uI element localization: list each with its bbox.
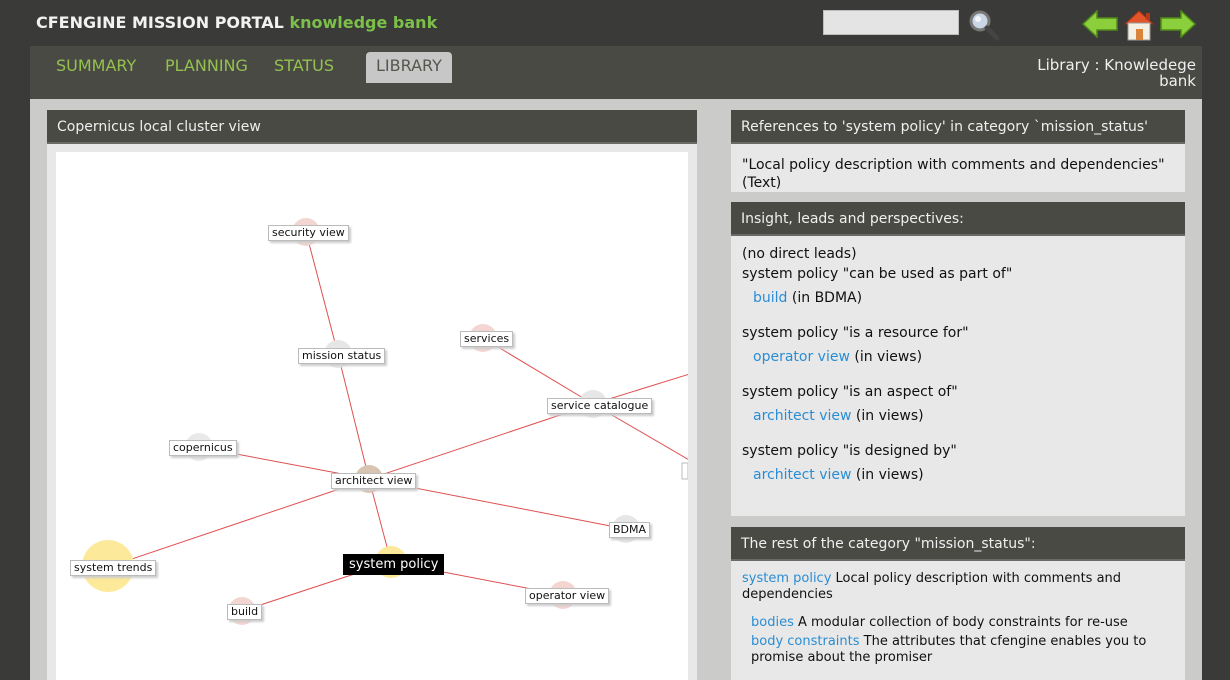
insight-heading: system policy "is designed by" — [742, 443, 957, 459]
node-offscreen-edge — [681, 462, 688, 480]
edge-mission-architect — [337, 353, 370, 480]
tab-library[interactable]: LIBRARY — [366, 52, 452, 83]
insight-body: (no direct leads) system policy "can be … — [731, 236, 1185, 496]
node-mission-status[interactable]: mission status — [298, 348, 386, 364]
search-button[interactable] — [966, 8, 1002, 42]
lead-suffix: (in views) — [855, 408, 924, 424]
rest-item: body constraints The attributes that cfe… — [742, 634, 1174, 666]
back-button[interactable] — [1081, 9, 1118, 39]
no-leads-text: (no direct leads) — [742, 246, 857, 262]
home-icon — [1123, 10, 1155, 41]
rest-panel: The rest of the category "mission_status… — [731, 527, 1185, 680]
insight-heading: system policy "can be used as part of" — [742, 266, 1013, 282]
main-nav: SUMMARY PLANNING STATUS LIBRARY Library … — [30, 46, 1202, 99]
breadcrumb: Library : Knowledege bank — [1037, 56, 1196, 90]
insight-panel: Insight, leads and perspectives: (no dir… — [731, 202, 1185, 516]
home-button[interactable] — [1123, 9, 1155, 41]
search-input[interactable] — [823, 10, 959, 35]
cluster-view-title: Copernicus local cluster view — [47, 110, 697, 144]
top-bar: CFENGINE MISSION PORTAL knowledge bank — [0, 0, 1230, 46]
lead-link-operator-view[interactable]: operator view — [753, 349, 850, 365]
rest-title: The rest of the category "mission_status… — [731, 527, 1185, 561]
brand-subtitle: knowledge bank — [289, 13, 438, 32]
node-build[interactable]: build — [227, 604, 263, 620]
rest-link-body-constraints[interactable]: body constraints — [751, 634, 860, 649]
rest-body: system policy Local policy description w… — [731, 561, 1185, 679]
edge-architect-servicecatalogue — [368, 403, 594, 480]
arrow-left-icon — [1081, 9, 1118, 39]
node-architect-view[interactable]: architect view — [331, 473, 417, 489]
lead-link-architect-view[interactable]: architect view — [753, 467, 851, 483]
insight-lead: operator view (in views) — [742, 348, 1174, 366]
content-area: Copernicus local cluster view security v… — [30, 99, 1202, 680]
lead-suffix: (in BDMA) — [791, 290, 863, 306]
insight-lead: architect view (in views) — [742, 466, 1174, 484]
edge-security-mission — [305, 231, 339, 355]
edge-services-servicecatalogue — [482, 337, 594, 405]
rest-link-system-policy[interactable]: system policy — [742, 571, 831, 586]
lead-suffix: (in views) — [855, 467, 924, 483]
references-body: "Local policy description with comments … — [731, 144, 1185, 204]
rest-main-item: system policy Local policy description w… — [742, 571, 1174, 603]
node-bdma[interactable]: BDMA — [609, 522, 651, 538]
references-title: References to 'system policy' in categor… — [731, 110, 1185, 144]
node-operator-view[interactable]: operator view — [525, 588, 610, 604]
arrow-right-icon — [1160, 9, 1197, 39]
cluster-view-panel: Copernicus local cluster view security v… — [47, 110, 697, 680]
insight-lead: build (in BDMA) — [742, 289, 1174, 307]
insight-heading: system policy "is an aspect of" — [742, 384, 958, 400]
rest-link-bodies[interactable]: bodies — [751, 615, 794, 630]
tab-summary[interactable]: SUMMARY — [56, 56, 136, 82]
node-services[interactable]: services — [460, 331, 514, 347]
references-text: "Local policy description with comments … — [742, 157, 1165, 191]
lead-link-build[interactable]: build — [753, 290, 787, 306]
brand-title: CFENGINE MISSION PORTAL — [36, 13, 284, 32]
brand-logo-text: CFENGINE MISSION PORTAL knowledge bank — [36, 13, 437, 32]
insight-title: Insight, leads and perspectives: — [731, 202, 1185, 236]
lead-link-architect-view[interactable]: architect view — [753, 408, 851, 424]
tab-planning[interactable]: PLANNING — [165, 56, 248, 82]
cluster-graph[interactable]: security view mission status services se… — [56, 152, 688, 680]
search-icon — [969, 10, 1000, 41]
rest-item-desc: A modular collection of body constraints… — [797, 615, 1128, 630]
rest-item: bodies A modular collection of body cons… — [742, 615, 1174, 631]
forward-button[interactable] — [1160, 9, 1197, 39]
edge-architect-systemtrends — [107, 478, 370, 568]
node-service-catalogue[interactable]: service catalogue — [547, 398, 653, 414]
node-security-view[interactable]: security view — [268, 225, 349, 241]
lead-suffix: (in views) — [854, 349, 923, 365]
node-system-policy[interactable]: system policy — [343, 554, 445, 575]
insight-lead: architect view (in views) — [742, 407, 1174, 425]
references-panel: References to 'system policy' in categor… — [731, 110, 1185, 192]
tab-status[interactable]: STATUS — [274, 56, 334, 82]
node-system-trends[interactable]: system trends — [70, 560, 157, 576]
node-copernicus[interactable]: copernicus — [169, 440, 237, 456]
insight-heading: system policy "is a resource for" — [742, 325, 969, 341]
